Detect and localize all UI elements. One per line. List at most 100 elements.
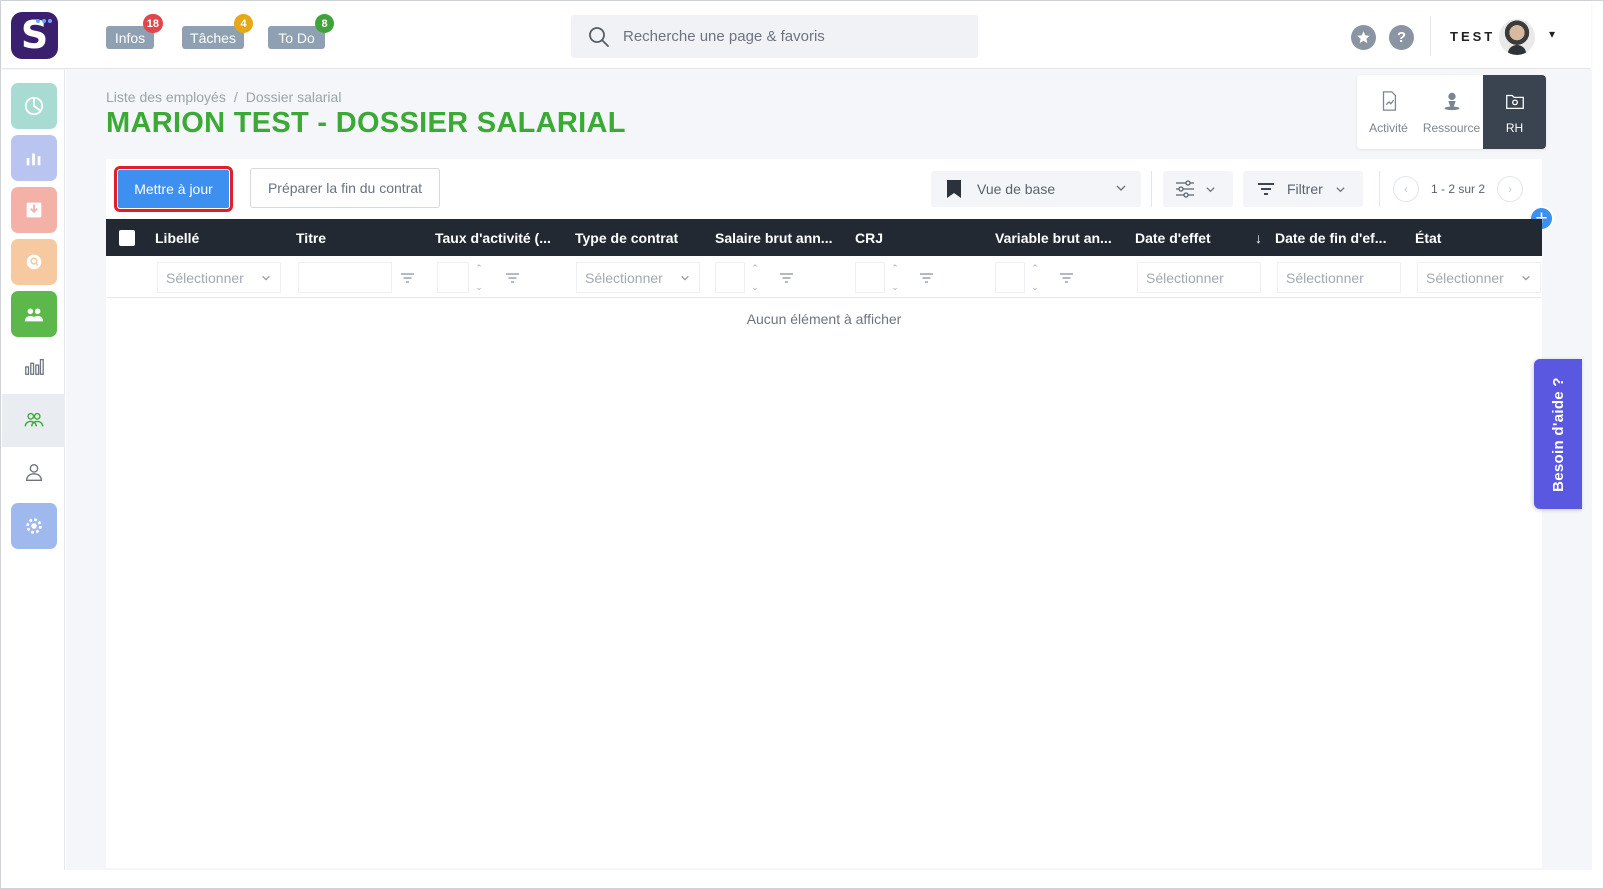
nav-todo-button[interactable]: To Do 8 <box>268 14 334 49</box>
app-logo[interactable]: S <box>11 12 58 59</box>
column-header-type-contrat[interactable]: Type de contrat <box>575 219 678 256</box>
column-header-taux-activite[interactable]: Taux d'activité (... <box>435 219 551 256</box>
chevron-down-icon: ⌄ <box>475 282 483 292</box>
search-icon <box>589 26 609 47</box>
help-widget-tab[interactable]: Besoin d'aide ? <box>1534 359 1582 509</box>
filter-button-label: Filtrer <box>1287 181 1323 197</box>
help-button[interactable]: ? <box>1389 25 1414 50</box>
filter-etat-select[interactable]: Sélectionner <box>1417 262 1541 293</box>
tab-rh[interactable]: RH <box>1483 75 1546 149</box>
select-all-checkbox[interactable] <box>119 230 135 246</box>
empty-state-message: Aucun élément à afficher <box>746 311 902 327</box>
gear-icon <box>26 518 42 534</box>
sidebar-item-team[interactable] <box>11 291 57 337</box>
filter-salaire-stepper[interactable]: ⌃ ⌄ <box>747 264 763 292</box>
sidebar-item-inbox[interactable] <box>11 187 57 233</box>
account-menu-caret[interactable]: ▾ <box>1549 27 1555 41</box>
coin-search-icon <box>26 254 42 270</box>
sidebar-item-finance[interactable] <box>11 239 57 285</box>
filter-taux-stepper[interactable]: ⌃ ⌄ <box>471 264 487 292</box>
help-widget-label: Besoin d'aide ? <box>1549 376 1567 492</box>
chevron-up-icon: ⌃ <box>1031 263 1039 273</box>
page-title: MARION TEST - DOSSIER SALARIAL <box>106 107 626 139</box>
filter-icon <box>779 272 793 283</box>
filter-salaire-input[interactable] <box>715 262 745 293</box>
tab-ressource[interactable]: Ressource <box>1420 75 1483 149</box>
filter-date-fin-select[interactable]: Sélectionner <box>1277 262 1401 293</box>
filter-button[interactable]: Filtrer <box>1243 171 1363 207</box>
column-settings-button[interactable] <box>1163 171 1233 207</box>
sidebar-item-settings[interactable] <box>11 503 57 549</box>
folder-icon <box>1505 94 1524 109</box>
star-icon <box>1357 31 1370 44</box>
inbox-download-icon <box>26 202 42 218</box>
tab-activite[interactable]: Activité <box>1357 75 1420 149</box>
tab-activite-label: Activité <box>1369 120 1408 135</box>
filter-crj-stepper[interactable]: ⌃ ⌄ <box>887 264 903 292</box>
breadcrumb-employee-list[interactable]: Liste des employés <box>106 89 226 105</box>
user-icon <box>25 463 43 481</box>
filter-crj-operator[interactable] <box>911 262 941 293</box>
filter-libelle-placeholder: Sélectionner <box>166 269 244 286</box>
filter-titre-operator[interactable] <box>392 262 422 293</box>
chevron-up-icon: ⌃ <box>751 263 759 273</box>
filter-date-effet-select[interactable]: Sélectionner <box>1137 262 1261 293</box>
filter-type-contrat-placeholder: Sélectionner <box>585 269 663 286</box>
sidebar-item-reports[interactable] <box>11 135 57 181</box>
chart-doc-icon <box>1382 90 1396 111</box>
company-name: TEST <box>1450 29 1496 44</box>
prepare-end-contract-button[interactable]: Préparer la fin du contrat <box>250 168 440 208</box>
filter-type-contrat-select[interactable]: Sélectionner <box>576 262 700 293</box>
sidebar <box>2 70 65 870</box>
filter-variable-operator[interactable] <box>1051 262 1081 293</box>
filter-taux-input[interactable] <box>437 262 469 293</box>
filter-titre-input[interactable] <box>298 262 392 293</box>
sidebar-item-dashboard[interactable] <box>11 83 57 129</box>
nav-todo-label: To Do <box>278 29 315 46</box>
column-header-salaire-brut[interactable]: Salaire brut ann... <box>715 219 832 256</box>
chevron-down-icon: ⌄ <box>751 282 759 292</box>
sort-descending-icon[interactable]: ↓ <box>1255 219 1262 256</box>
sidebar-item-employees[interactable] <box>11 397 57 443</box>
pagination-label: 1 - 2 sur 2 <box>1431 182 1486 196</box>
breadcrumb-separator: / <box>233 89 238 105</box>
column-header-etat[interactable]: État <box>1415 219 1441 256</box>
nav-infos-label: Infos <box>114 29 146 46</box>
favorites-button[interactable] <box>1351 25 1376 50</box>
column-header-crj[interactable]: CRJ <box>855 219 883 256</box>
sidebar-item-profile[interactable] <box>11 449 57 495</box>
column-header-titre[interactable]: Titre <box>296 219 326 256</box>
nav-infos-button[interactable]: Infos 18 <box>106 14 163 49</box>
chevron-left-icon: ‹ <box>1404 182 1408 196</box>
search-input[interactable] <box>623 28 963 45</box>
filter-libelle-select[interactable]: Sélectionner <box>157 262 281 293</box>
tab-rh-label: RH <box>1505 120 1524 135</box>
filter-salaire-operator[interactable] <box>771 262 801 293</box>
column-header-variable-brut[interactable]: Variable brut an... <box>995 219 1112 256</box>
column-header-date-effet[interactable]: Date d'effet <box>1135 219 1211 256</box>
filter-variable-stepper[interactable]: ⌃ ⌄ <box>1027 264 1043 292</box>
chevron-down-icon <box>1206 186 1215 192</box>
stats-icon <box>25 358 44 375</box>
bookmark-icon <box>947 180 961 198</box>
person-pin-icon <box>1444 92 1459 110</box>
chevron-down-icon: ⌄ <box>1031 282 1039 292</box>
sidebar-item-stats[interactable] <box>11 343 57 389</box>
user-avatar[interactable] <box>1499 19 1535 55</box>
logo-dots <box>36 19 52 23</box>
filter-crj-input[interactable] <box>855 262 885 293</box>
next-page-button[interactable]: › <box>1497 176 1524 202</box>
global-search[interactable] <box>571 15 978 58</box>
filter-taux-operator[interactable] <box>497 262 527 293</box>
prev-page-button[interactable]: ‹ <box>1393 176 1419 202</box>
nav-taches-button[interactable]: Tâches 4 <box>182 14 253 49</box>
toolbar-divider <box>1379 171 1380 207</box>
breadcrumb-current: Dossier salarial <box>245 89 342 105</box>
filter-icon <box>1258 183 1274 195</box>
column-header-libelle[interactable]: Libellé <box>155 219 199 256</box>
update-button[interactable]: Mettre à jour <box>114 166 233 212</box>
column-header-date-fin-effet[interactable]: Date de fin d'ef... <box>1275 219 1386 256</box>
view-selector[interactable]: Vue de base <box>931 171 1141 207</box>
header-divider <box>1430 16 1431 56</box>
filter-variable-input[interactable] <box>995 262 1025 293</box>
